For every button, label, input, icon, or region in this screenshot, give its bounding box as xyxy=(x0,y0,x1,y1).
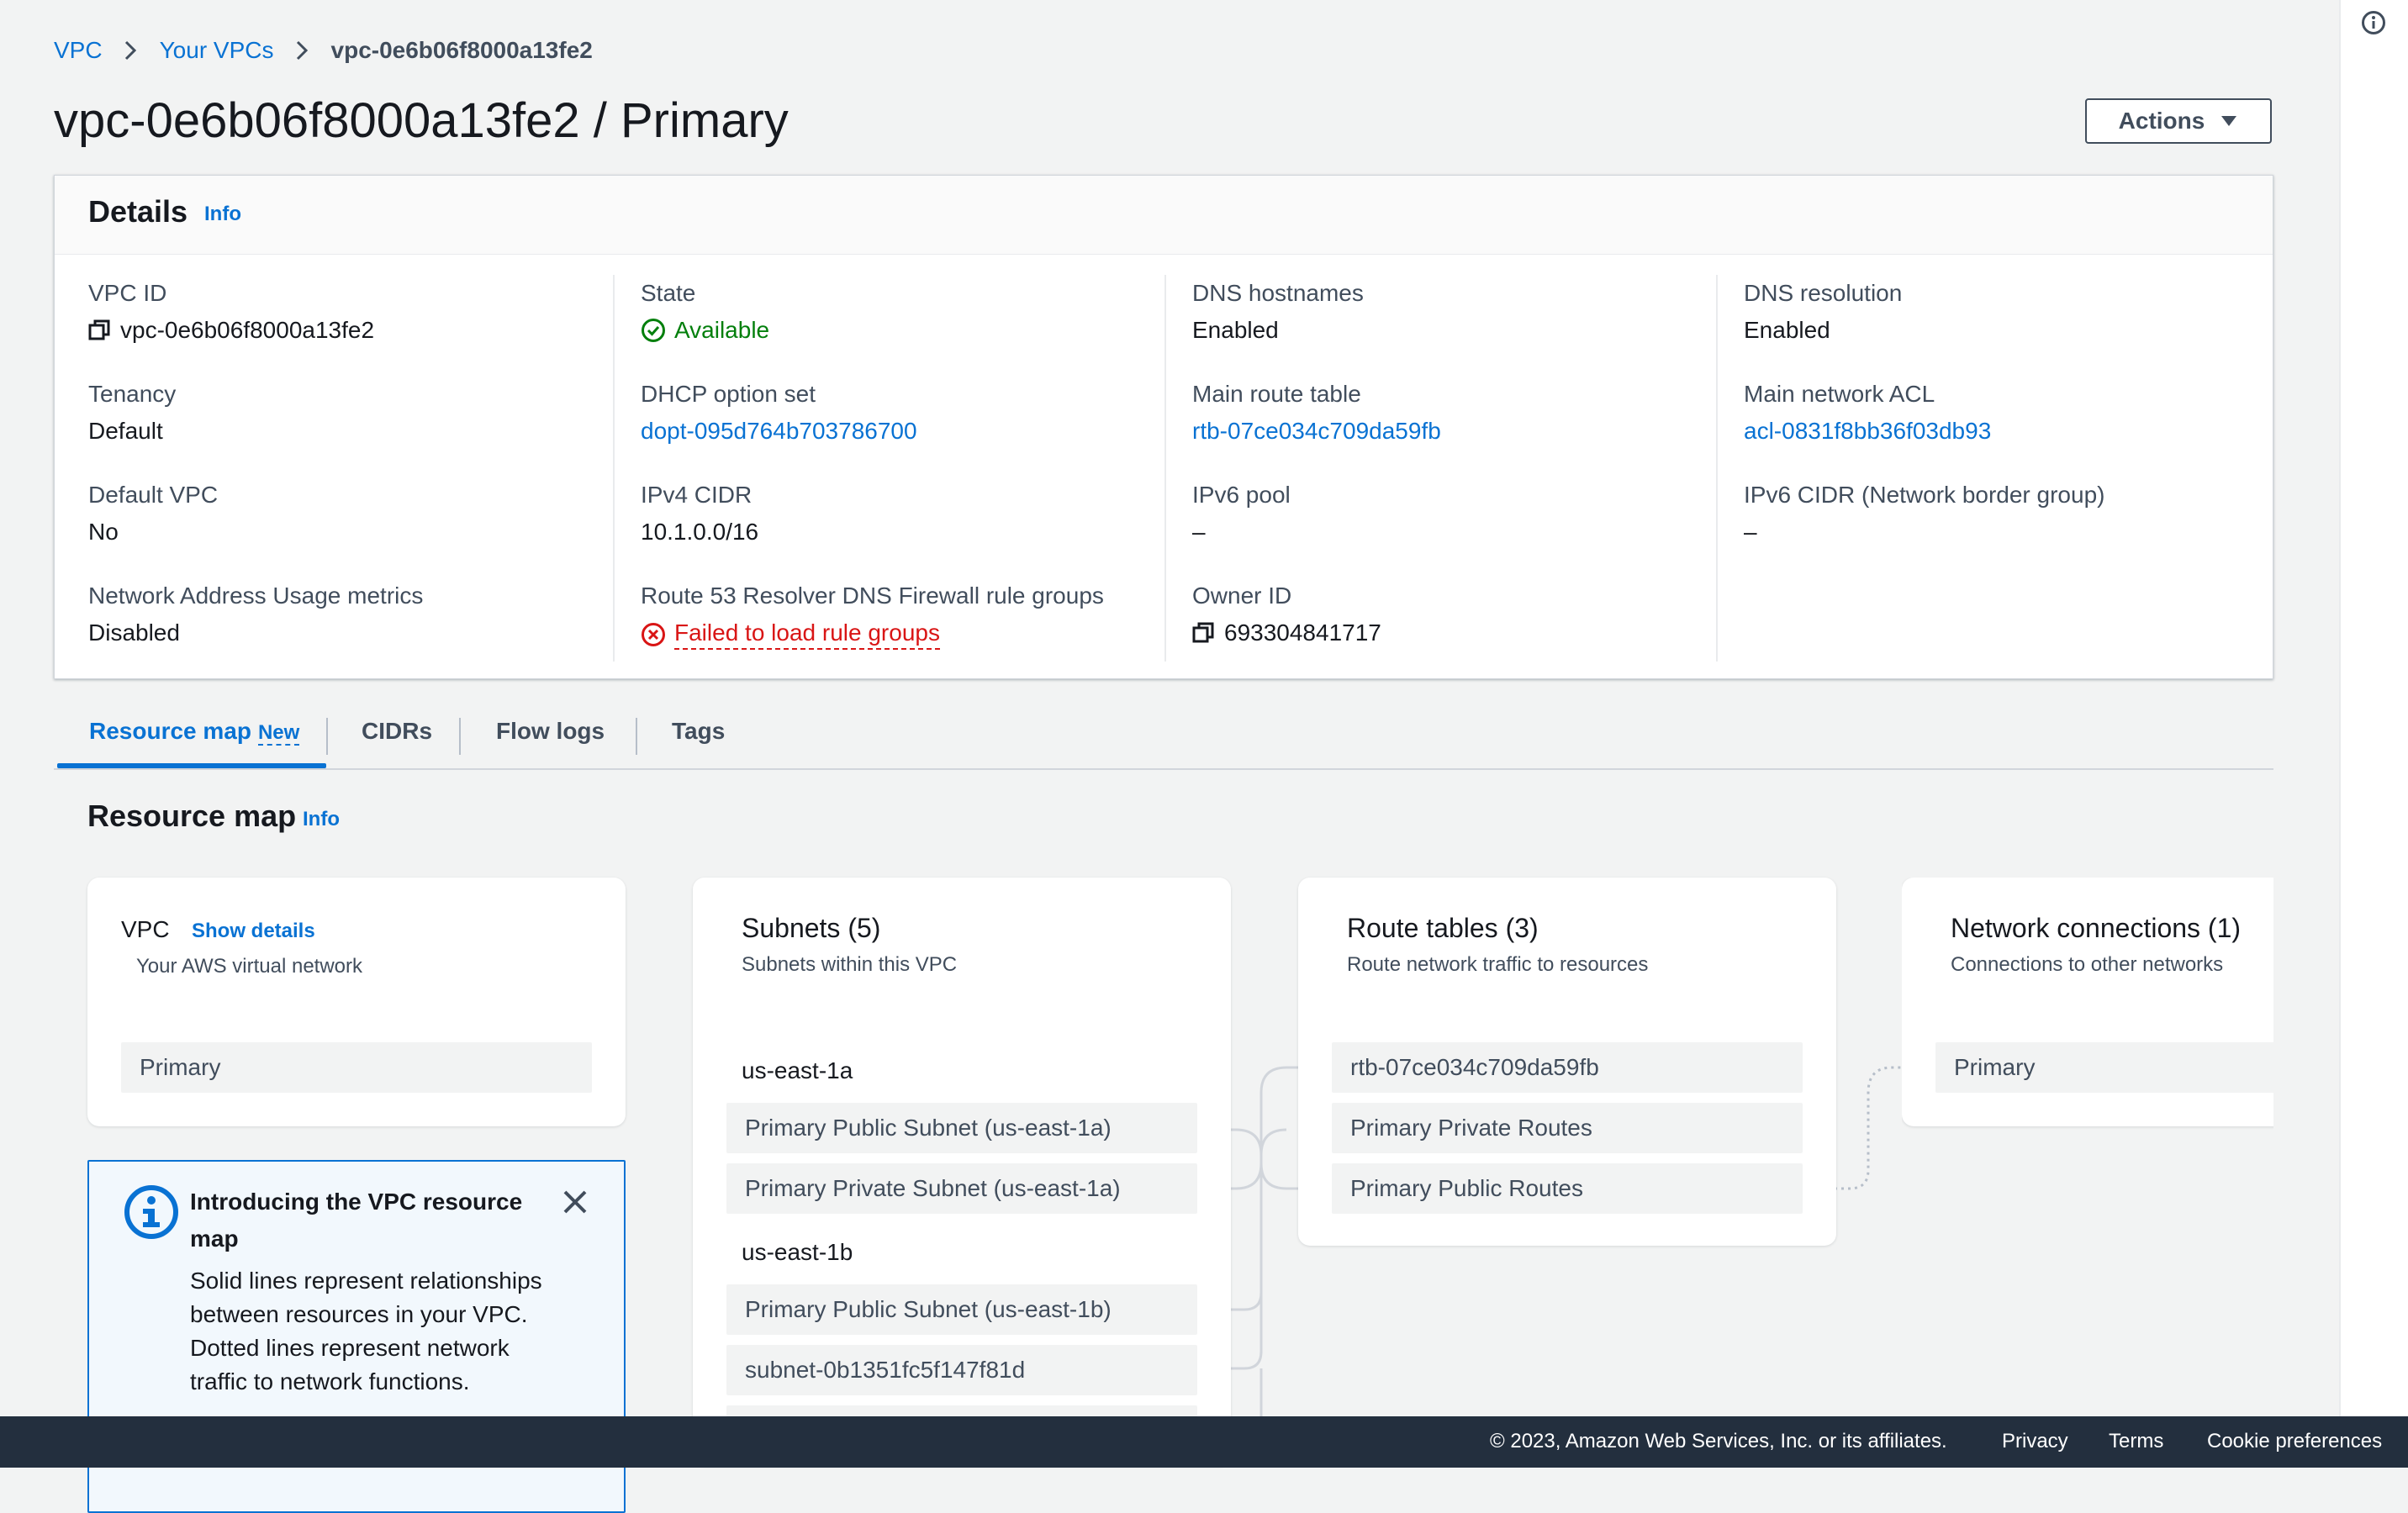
info-icon xyxy=(124,1185,178,1239)
network-connections-title: Network connections (1) xyxy=(1951,913,2242,943)
footer-copyright: © 2023, Amazon Web Services, Inc. or its… xyxy=(1490,1430,1947,1452)
footer: © 2023, Amazon Web Services, Inc. or its… xyxy=(0,1416,2408,1468)
subnets-title: Subnets (5) xyxy=(742,913,881,943)
network-connections-card: Network connections (1) Connections to o… xyxy=(1902,878,2273,1126)
intro-body: Solid lines represent relationships betw… xyxy=(190,1268,542,1394)
az-label-us-east-1b: us-east-1b xyxy=(742,1239,853,1265)
show-details-link[interactable]: Show details xyxy=(192,920,315,943)
network-connections-clip: Network connections (1) Connections to o… xyxy=(1902,878,2273,1130)
close-icon[interactable] xyxy=(562,1189,589,1215)
vpc-card-subtitle: Your AWS virtual network xyxy=(136,955,363,978)
subnet-item[interactable]: subnet-0b1351fc5f147f81d xyxy=(726,1345,1197,1395)
footer-terms-link[interactable]: Terms xyxy=(2109,1430,2163,1453)
az-label-us-east-1a: us-east-1a xyxy=(742,1057,853,1083)
footer-cookie-preferences-link[interactable]: Cookie preferences xyxy=(2207,1430,2382,1453)
intro-title: Introducing the VPC resource map xyxy=(190,1189,523,1252)
route-tables-subtitle: Route network traffic to resources xyxy=(1347,953,1649,976)
subnet-item[interactable]: Primary Public Subnet (us-east-1a) xyxy=(726,1103,1197,1153)
route-table-item[interactable]: Primary Public Routes xyxy=(1332,1163,1803,1214)
route-tables-card: Route tables (3) Route network traffic t… xyxy=(1298,878,1836,1246)
route-table-item[interactable]: Primary Private Routes xyxy=(1332,1103,1803,1153)
route-table-item[interactable]: rtb-07ce034c709da59fb xyxy=(1332,1042,1803,1093)
subnets-subtitle: Subnets within this VPC xyxy=(742,953,958,976)
route-tables-title: Route tables (3) xyxy=(1347,913,1539,943)
network-connections-subtitle: Connections to other networks xyxy=(1951,953,2224,976)
subnet-item[interactable]: Primary Private Subnet (us-east-1a) xyxy=(726,1163,1197,1214)
vpc-item-primary[interactable]: Primary xyxy=(121,1042,592,1093)
subnet-item[interactable]: Primary Public Subnet (us-east-1b) xyxy=(726,1284,1197,1335)
network-connection-item[interactable]: Primary xyxy=(1935,1042,2273,1093)
vpc-card-title: VPC xyxy=(121,916,170,942)
subnets-card: Subnets (5) Subnets within this VPC us-e… xyxy=(693,878,1231,1466)
footer-privacy-link[interactable]: Privacy xyxy=(2002,1430,2068,1453)
vpc-card: VPC Show details Your AWS virtual networ… xyxy=(87,878,626,1126)
